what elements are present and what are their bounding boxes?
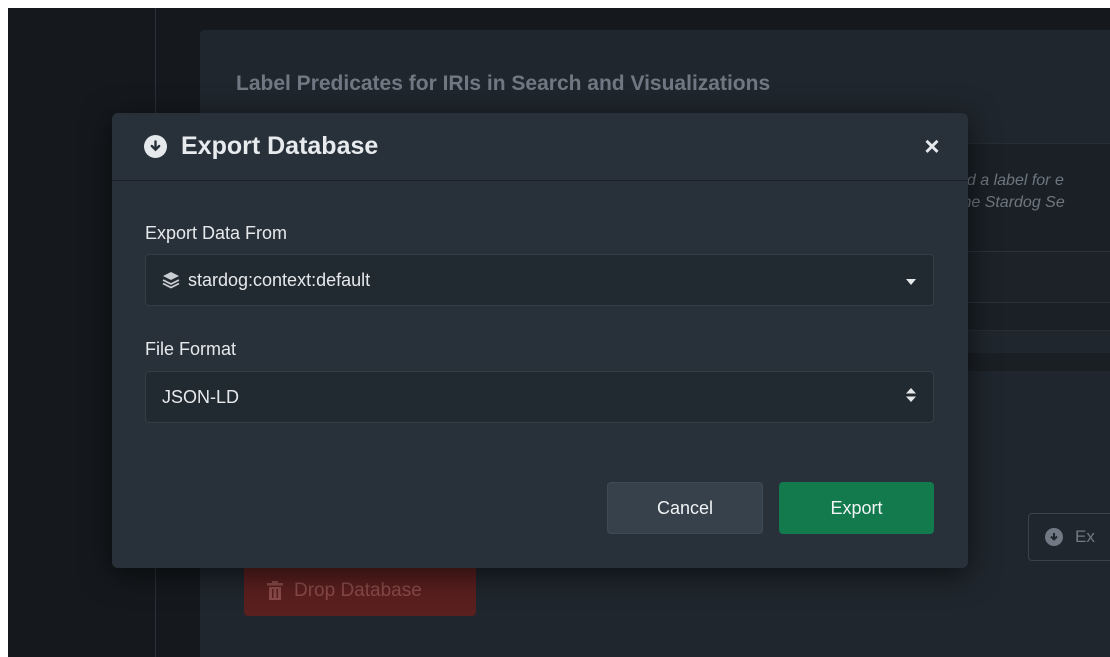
download-icon [144,135,167,158]
file-format-label: File Format [145,339,237,359]
label-predicates-input[interactable] [958,251,1110,303]
file-format-select[interactable]: JSON-LD [145,371,934,423]
close-icon[interactable]: × [920,131,944,161]
export-from-label: Export Data From [145,223,288,243]
modal-title: Export Database [181,132,379,160]
modal-header: Export Database × [112,113,968,181]
hint-line: the Stardog Se [958,194,1065,211]
export-button[interactable]: Export [779,482,934,534]
sort-arrows-icon [905,387,917,408]
export-from-value: stardog:context:default [188,269,371,290]
cancel-button[interactable]: Cancel [607,482,763,534]
download-icon [1045,528,1063,546]
hint-line: nd a label for e [958,172,1064,189]
export-database-modal: Export Database × Export Data From stard… [112,113,968,568]
export-from-select[interactable]: stardog:context:default [145,254,934,306]
panel-hint-text: nd a label for e the Stardog Se [958,170,1065,214]
drop-database-button[interactable]: Drop Database [244,565,476,616]
trash-icon [267,580,283,600]
drop-database-label: Drop Database [294,579,422,601]
app-background: Label Predicates for IRIs in Search and … [8,8,1110,657]
panel-export-label: Ex [1075,527,1095,546]
panel-export-button[interactable]: Ex [1028,513,1110,561]
chevron-down-icon [905,270,917,291]
panel-title: Label Predicates for IRIs in Search and … [236,72,771,95]
file-format-value: JSON-LD [162,386,240,407]
layers-icon [162,271,180,289]
